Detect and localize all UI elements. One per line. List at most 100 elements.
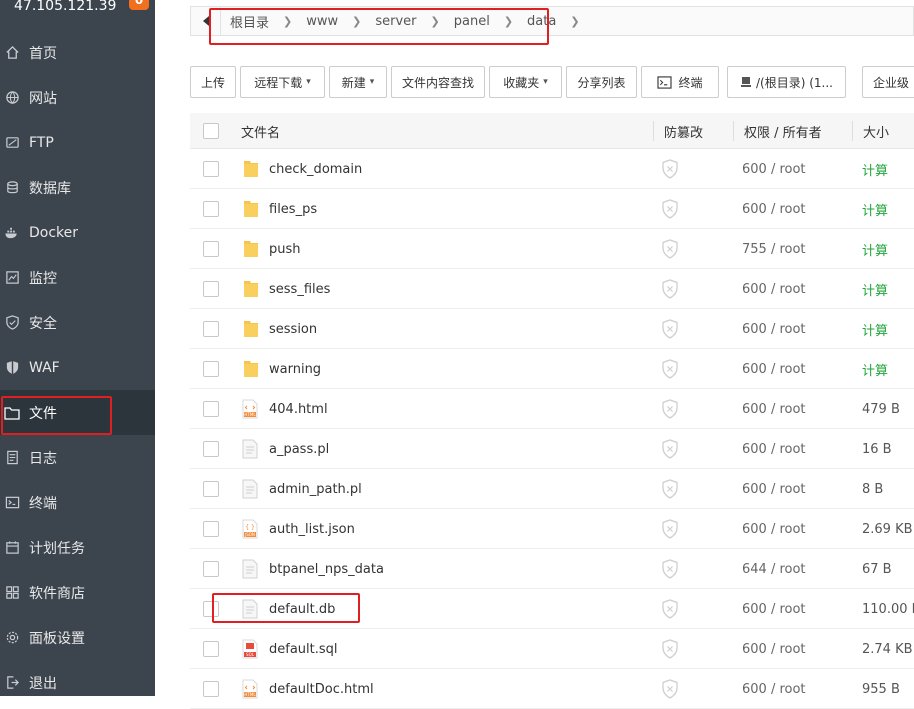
- row-checkbox[interactable]: [203, 161, 219, 177]
- column-header-size[interactable]: 大小: [863, 113, 889, 149]
- tamper-shield-icon[interactable]: [661, 589, 679, 629]
- sidebar-item-ftp[interactable]: FTP: [0, 120, 155, 165]
- tamper-shield-icon[interactable]: [661, 349, 679, 389]
- tamper-shield-icon[interactable]: [661, 669, 679, 709]
- row-checkbox[interactable]: [203, 281, 219, 297]
- file-name[interactable]: warning: [269, 349, 321, 389]
- table-row[interactable]: a_pass.pl 600 / root 16 B: [190, 429, 914, 469]
- sidebar-item-logout[interactable]: 退出: [0, 660, 155, 705]
- tamper-shield-icon[interactable]: [661, 509, 679, 549]
- table-row[interactable]: btpanel_nps_data 644 / root 67 B: [190, 549, 914, 589]
- tamper-shield-icon[interactable]: [661, 229, 679, 269]
- breadcrumb-item-www[interactable]: www ❯: [306, 14, 375, 29]
- row-checkbox[interactable]: [203, 401, 219, 417]
- file-size[interactable]: 计算: [862, 269, 888, 309]
- table-row[interactable]: { } JSON auth_list.json 600 / root 2.69 KB: [190, 509, 914, 549]
- file-name[interactable]: auth_list.json: [269, 509, 355, 549]
- sidebar-item-website[interactable]: 网站: [0, 75, 155, 120]
- file-name[interactable]: btpanel_nps_data: [269, 549, 384, 589]
- table-row[interactable]: HTML 404.html 600 / root 479 B: [190, 389, 914, 429]
- file-name[interactable]: sess_files: [269, 269, 330, 309]
- permission-owner[interactable]: 600 / root: [742, 629, 806, 669]
- tamper-shield-icon[interactable]: [661, 549, 679, 589]
- file-name[interactable]: files_ps: [269, 189, 317, 229]
- sidebar-item-database[interactable]: 数据库: [0, 165, 155, 210]
- row-checkbox[interactable]: [203, 241, 219, 257]
- column-header-name[interactable]: 文件名: [241, 113, 280, 149]
- permission-owner[interactable]: 644 / root: [742, 549, 806, 589]
- breadcrumb-item-panel[interactable]: panel ❯: [454, 14, 527, 29]
- sidebar-item-cron[interactable]: 计划任务: [0, 525, 155, 570]
- breadcrumb-item-root[interactable]: 根目录 ❯: [230, 12, 306, 31]
- row-checkbox[interactable]: [203, 361, 219, 377]
- sidebar-item-files[interactable]: 文件: [0, 390, 155, 435]
- upload-button[interactable]: 上传: [190, 66, 236, 98]
- table-row[interactable]: default.db 600 / root 110.00 KB: [190, 589, 914, 629]
- sidebar-item-terminal[interactable]: 终端: [0, 480, 155, 525]
- file-size[interactable]: 计算: [862, 189, 888, 229]
- row-checkbox[interactable]: [203, 321, 219, 337]
- file-name[interactable]: session: [269, 309, 317, 349]
- sidebar-item-monitor[interactable]: 监控: [0, 255, 155, 300]
- table-row[interactable]: files_ps 600 / root 计算: [190, 189, 914, 229]
- permission-owner[interactable]: 600 / root: [742, 189, 806, 229]
- row-checkbox[interactable]: [203, 681, 219, 697]
- sidebar-item-home[interactable]: 首页: [0, 30, 155, 75]
- select-all-checkbox[interactable]: [203, 123, 219, 139]
- row-checkbox[interactable]: [203, 481, 219, 497]
- table-row[interactable]: push 755 / root 计算: [190, 229, 914, 269]
- row-checkbox[interactable]: [203, 561, 219, 577]
- tamper-shield-icon[interactable]: [661, 429, 679, 469]
- table-row[interactable]: session 600 / root 计算: [190, 309, 914, 349]
- file-name[interactable]: default.db: [269, 589, 335, 629]
- table-row[interactable]: SQL default.sql 600 / root 2.74 KB: [190, 629, 914, 669]
- row-checkbox[interactable]: [203, 641, 219, 657]
- file-name[interactable]: admin_path.pl: [269, 469, 362, 509]
- enterprise-button[interactable]: 企业级: [862, 66, 914, 98]
- table-row[interactable]: warning 600 / root 计算: [190, 349, 914, 389]
- permission-owner[interactable]: 600 / root: [742, 269, 806, 309]
- file-name[interactable]: default.sql: [269, 629, 338, 669]
- file-name[interactable]: push: [269, 229, 301, 269]
- new-button[interactable]: 新建 ▾: [329, 66, 387, 98]
- sidebar-item-waf[interactable]: WAF: [0, 345, 155, 390]
- content-search-button[interactable]: 文件内容查找: [391, 66, 485, 98]
- remote-download-button[interactable]: 远程下载 ▾: [240, 66, 325, 98]
- permission-owner[interactable]: 600 / root: [742, 149, 806, 189]
- permission-owner[interactable]: 600 / root: [742, 669, 806, 709]
- file-name[interactable]: 404.html: [269, 389, 328, 429]
- terminal-button[interactable]: 终端: [641, 66, 719, 98]
- permission-owner[interactable]: 755 / root: [742, 229, 806, 269]
- tamper-shield-icon[interactable]: [661, 469, 679, 509]
- permission-owner[interactable]: 600 / root: [742, 509, 806, 549]
- tamper-shield-icon[interactable]: [661, 309, 679, 349]
- disk-selector-button[interactable]: /(根目录) (1...: [727, 66, 846, 98]
- favorites-button[interactable]: 收藏夹 ▾: [489, 66, 562, 98]
- table-row[interactable]: admin_path.pl 600 / root 8 B: [190, 469, 914, 509]
- notification-badge[interactable]: 0: [129, 0, 149, 10]
- sidebar-item-security[interactable]: 安全: [0, 300, 155, 345]
- permission-owner[interactable]: 600 / root: [742, 469, 806, 509]
- table-row[interactable]: sess_files 600 / root 计算: [190, 269, 914, 309]
- sidebar-item-logs[interactable]: 日志: [0, 435, 155, 480]
- permission-owner[interactable]: 600 / root: [742, 589, 806, 629]
- table-row[interactable]: HTML defaultDoc.html 600 / root 955 B: [190, 669, 914, 709]
- file-size[interactable]: 计算: [862, 349, 888, 389]
- column-header-permission[interactable]: 权限 / 所有者: [744, 113, 822, 149]
- tamper-shield-icon[interactable]: [661, 269, 679, 309]
- permission-owner[interactable]: 600 / root: [742, 309, 806, 349]
- permission-owner[interactable]: 600 / root: [742, 349, 806, 389]
- back-button[interactable]: [191, 7, 221, 35]
- row-checkbox[interactable]: [203, 441, 219, 457]
- row-checkbox[interactable]: [203, 201, 219, 217]
- file-name[interactable]: a_pass.pl: [269, 429, 329, 469]
- file-size[interactable]: 计算: [862, 309, 888, 349]
- permission-owner[interactable]: 600 / root: [742, 429, 806, 469]
- tamper-shield-icon[interactable]: [661, 149, 679, 189]
- file-name[interactable]: defaultDoc.html: [269, 669, 374, 709]
- file-size[interactable]: 计算: [862, 149, 888, 189]
- table-row[interactable]: check_domain 600 / root 计算: [190, 149, 914, 189]
- sidebar-item-settings[interactable]: 面板设置: [0, 615, 155, 660]
- tamper-shield-icon[interactable]: [661, 629, 679, 669]
- row-checkbox[interactable]: [203, 521, 219, 537]
